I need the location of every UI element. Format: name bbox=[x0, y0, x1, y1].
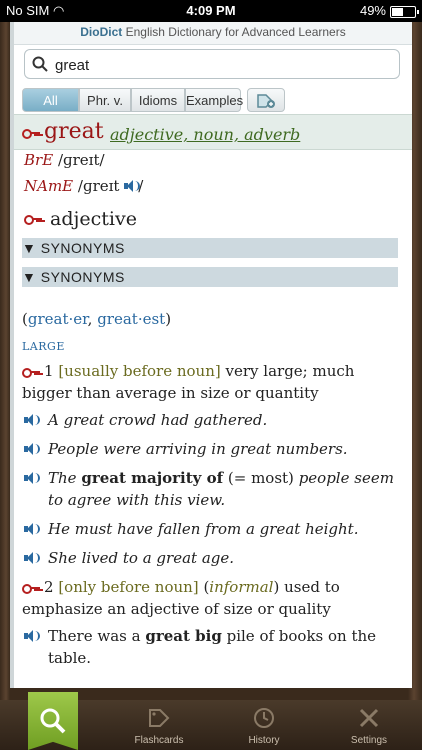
synonyms-toggle[interactable]: ▼ SYNONYMS bbox=[22, 267, 398, 287]
example: She lived to a great age. bbox=[22, 547, 402, 569]
wordbook-button[interactable] bbox=[247, 88, 285, 112]
key-icon bbox=[24, 214, 42, 225]
example: He must have fallen from a great height. bbox=[22, 518, 402, 540]
speaker-icon[interactable] bbox=[24, 414, 40, 426]
tab-examples[interactable]: Examples bbox=[185, 88, 243, 112]
sense-1: 1 [usually before noun] very large; much… bbox=[22, 362, 355, 402]
tab-flashcards[interactable]: Flashcards bbox=[124, 700, 194, 750]
part-of-speech: adjective bbox=[50, 208, 137, 230]
tab-idioms[interactable]: Idioms bbox=[131, 88, 185, 112]
filter-tabs: All Phr. v. Idioms Examples bbox=[22, 88, 285, 112]
settings-icon bbox=[359, 708, 379, 728]
example: People were arriving in great numbers. bbox=[22, 438, 402, 460]
tab-search[interactable] bbox=[28, 692, 78, 750]
example: A great crowd had gathered. bbox=[22, 409, 402, 431]
pronunciation-name: NAmE /ɡreɪt / bbox=[24, 177, 144, 195]
example: There was a great big pile of books on t… bbox=[22, 625, 402, 669]
search-icon bbox=[32, 56, 48, 72]
speaker-icon[interactable] bbox=[24, 523, 40, 535]
speaker-icon[interactable] bbox=[24, 552, 40, 564]
synonyms-toggle[interactable]: ▼ SYNONYMS bbox=[22, 238, 398, 258]
key-icon bbox=[22, 583, 40, 594]
app-title: DioDict English Dictionary for Advanced … bbox=[14, 22, 412, 45]
clock: 4:09 PM bbox=[186, 3, 236, 18]
example: The great majority of (= most) people se… bbox=[22, 467, 402, 511]
inflection-link[interactable]: great·er bbox=[28, 310, 88, 328]
status-bar: No SIM ◠ 4:09 PM 49% bbox=[0, 0, 422, 22]
key-icon bbox=[22, 367, 40, 378]
search-icon bbox=[40, 708, 66, 734]
battery-percent: 49% bbox=[359, 3, 386, 18]
dictionary-page: DioDict English Dictionary for Advanced … bbox=[10, 22, 412, 688]
tab-all[interactable]: All bbox=[22, 88, 79, 112]
flashcards-icon bbox=[149, 709, 170, 727]
tab-settings[interactable]: Settings bbox=[334, 700, 404, 750]
headword-bar: great adjective, noun, adverb bbox=[14, 114, 412, 150]
search-box[interactable] bbox=[24, 49, 400, 79]
battery-icon bbox=[390, 6, 419, 18]
search-input[interactable] bbox=[53, 53, 387, 77]
inflections: (great·er, great·est) bbox=[22, 310, 172, 328]
pronunciation-bre: BrE /ɡreɪt/ bbox=[24, 151, 105, 169]
inflection-link[interactable]: great·est bbox=[97, 310, 165, 328]
headword: great bbox=[44, 119, 104, 144]
tab-phrasal-verbs[interactable]: Phr. v. bbox=[79, 88, 131, 112]
add-to-wordbook-icon bbox=[257, 94, 275, 108]
speaker-icon[interactable] bbox=[24, 472, 40, 484]
sense-2: 2 [only before noun] (informal) used to … bbox=[22, 578, 340, 618]
clock-icon bbox=[254, 708, 274, 728]
headword-pos-links[interactable]: adjective, noun, adverb bbox=[110, 125, 300, 144]
tab-history[interactable]: History bbox=[229, 700, 299, 750]
section-label: LARGE bbox=[22, 340, 65, 353]
speaker-icon[interactable] bbox=[24, 443, 40, 455]
speaker-icon[interactable] bbox=[24, 630, 40, 642]
speaker-icon[interactable] bbox=[124, 180, 141, 192]
bottom-tab-bar: Flashcards History Settings bbox=[0, 692, 422, 750]
key-icon bbox=[22, 128, 40, 139]
